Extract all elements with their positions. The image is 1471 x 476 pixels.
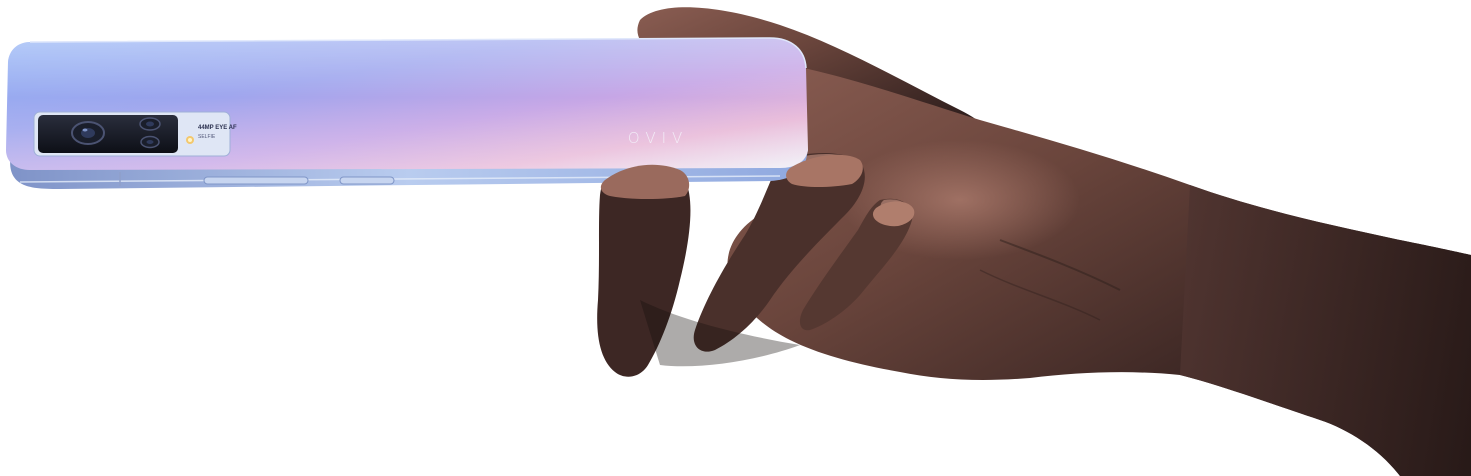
product-photo: 44MP EYE AF SELFIE VIVO [0, 0, 1471, 476]
camera-lens-secondary [139, 117, 161, 131]
camera-badge-title: 44MP EYE AF [198, 125, 237, 131]
brand-logo: VIVO [622, 129, 683, 147]
smartphone: 44MP EYE AF SELFIE VIVO [6, 37, 809, 189]
power-button [339, 176, 395, 185]
volume-rocker [203, 176, 309, 185]
flash-icon [186, 136, 194, 144]
camera-badge-subtitle: SELFIE [198, 134, 216, 140]
svg-text:VIVO: VIVO [622, 129, 683, 147]
camera-lens-tertiary [140, 135, 160, 149]
camera-module: 44MP EYE AF SELFIE [33, 111, 237, 157]
phone-in-hand-illustration: 44MP EYE AF SELFIE VIVO [6, 7, 1471, 476]
camera-lens-main [71, 121, 105, 145]
